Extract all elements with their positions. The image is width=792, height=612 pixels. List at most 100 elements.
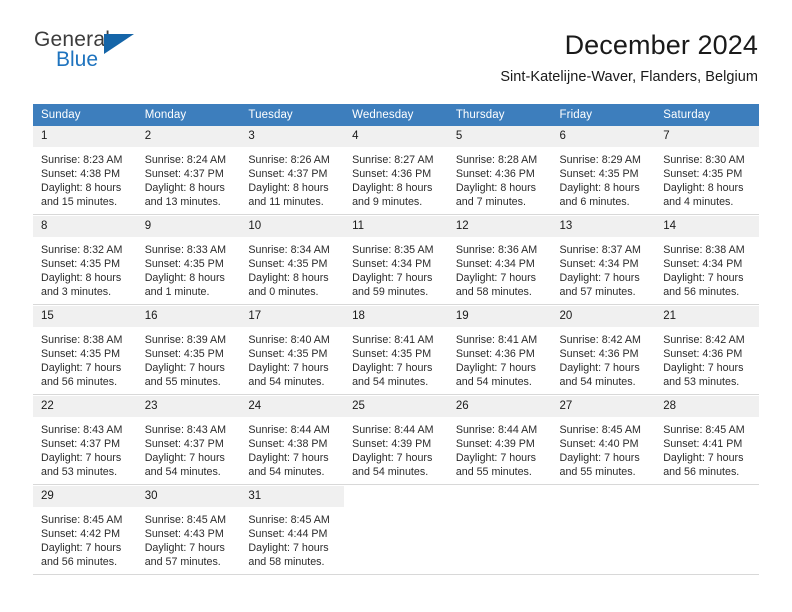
calendar-week-row: 8 Sunrise: 8:32 AM Sunset: 4:35 PM Daylight… <box>33 216 759 305</box>
weekday-header-tuesday: Tuesday <box>240 104 345 126</box>
calendar-day-cell[interactable]: 26 Sunrise: 8:44 AM Sunset: 4:39 PM Dayligh… <box>447 396 552 485</box>
calendar-day-cell-empty <box>655 486 759 575</box>
calendar-day-cell[interactable]: 19 Sunrise: 8:41 AM Sunset: 4:36 PM Dayligh… <box>447 306 552 395</box>
day-sunrise: Sunrise: 8:40 AM <box>248 333 330 346</box>
day-sunrise: Sunrise: 8:24 AM <box>144 153 227 166</box>
day-sunset: Sunset: 4:35 PM <box>559 167 639 180</box>
day-sunset: Sunset: 4:35 PM <box>41 347 121 360</box>
day-sunrise: Sunrise: 8:38 AM <box>41 333 123 346</box>
calendar-body: 1 Sunrise: 8:23 AM Sunset: 4:38 PM Daylight… <box>33 126 759 575</box>
day-daylight-line2: and 54 minutes. <box>248 376 325 389</box>
calendar-day-cell[interactable]: 22 Sunrise: 8:43 AM Sunset: 4:37 PM Dayligh… <box>33 396 137 485</box>
day-sunset: Sunset: 4:38 PM <box>41 167 121 180</box>
calendar-day-cell[interactable]: 5 Sunrise: 8:28 AM Sunset: 4:36 PM Daylight… <box>447 126 552 215</box>
day-details: Sunrise: 8:29 AM Sunset: 4:35 PM Daylight:… <box>552 147 656 210</box>
day-daylight-line1: Daylight: 7 hours <box>248 541 329 554</box>
calendar-day-cell[interactable]: 3 Sunrise: 8:26 AM Sunset: 4:37 PM Daylight… <box>240 126 345 215</box>
calendar-day-cell[interactable]: 27 Sunrise: 8:45 AM Sunset: 4:40 PM Dayligh… <box>551 396 656 485</box>
calendar-day-cell[interactable]: 6 Sunrise: 8:29 AM Sunset: 4:35 PM Daylight… <box>551 126 656 215</box>
day-daylight-line1: Daylight: 8 hours <box>559 181 640 194</box>
calendar-day-cell[interactable]: 7 Sunrise: 8:30 AM Sunset: 4:35 PM Daylight… <box>655 126 759 215</box>
day-daylight-line1: Daylight: 8 hours <box>455 181 537 194</box>
calendar-day-cell[interactable]: 24 Sunrise: 8:44 AM Sunset: 4:38 PM Dayligh… <box>240 396 345 485</box>
calendar-day-cell[interactable]: 12 Sunrise: 8:36 AM Sunset: 4:34 PM Dayligh… <box>447 216 552 305</box>
calendar-day-cell[interactable]: 29 Sunrise: 8:45 AM Sunset: 4:42 PM Dayligh… <box>33 486 137 575</box>
day-daylight-line1: Daylight: 8 hours <box>144 271 225 284</box>
calendar-day-cell[interactable]: 23 Sunrise: 8:43 AM Sunset: 4:37 PM Dayligh… <box>136 396 241 485</box>
calendar-day-cell[interactable]: 9 Sunrise: 8:33 AM Sunset: 4:35 PM Daylight… <box>136 216 241 305</box>
day-daylight-line2: and 57 minutes. <box>559 286 636 299</box>
day-daylight-line1: Daylight: 7 hours <box>455 271 537 284</box>
day-daylight-line2: and 0 minutes. <box>248 286 319 299</box>
calendar-day-cell[interactable]: 13 Sunrise: 8:37 AM Sunset: 4:34 PM Dayligh… <box>551 216 656 305</box>
weekday-header-monday: Monday <box>136 104 241 126</box>
day-sunrise: Sunrise: 8:44 AM <box>455 423 538 436</box>
calendar-day-cell[interactable]: 20 Sunrise: 8:42 AM Sunset: 4:36 PM Dayligh… <box>551 306 656 395</box>
day-number: 22 <box>33 396 137 417</box>
day-sunrise: Sunrise: 8:34 AM <box>248 243 330 256</box>
day-sunset: Sunset: 4:36 PM <box>455 167 535 180</box>
calendar-day-cell[interactable]: 8 Sunrise: 8:32 AM Sunset: 4:35 PM Daylight… <box>33 216 137 305</box>
calendar-day-cell[interactable]: 10 Sunrise: 8:34 AM Sunset: 4:35 PM Dayligh… <box>240 216 345 305</box>
title-block: December 2024 Sint-Katelijne-Waver, Flan… <box>142 28 758 85</box>
calendar-day-cell[interactable]: 14 Sunrise: 8:38 AM Sunset: 4:34 PM Dayligh… <box>655 216 759 305</box>
day-number: 1 <box>33 126 137 147</box>
day-sunset: Sunset: 4:35 PM <box>248 257 328 270</box>
day-number: 11 <box>344 216 448 237</box>
calendar-day-cell[interactable]: 4 Sunrise: 8:27 AM Sunset: 4:36 PM Daylight… <box>344 126 448 215</box>
day-details: Sunrise: 8:34 AM Sunset: 4:35 PM Daylight:… <box>240 237 344 300</box>
day-details: Sunrise: 8:35 AM Sunset: 4:34 PM Daylight:… <box>344 237 448 300</box>
day-sunset: Sunset: 4:36 PM <box>663 347 743 360</box>
day-details: Sunrise: 8:36 AM Sunset: 4:34 PM Daylight:… <box>448 237 552 300</box>
day-sunrise: Sunrise: 8:41 AM <box>455 333 538 346</box>
day-daylight-line1: Daylight: 7 hours <box>41 361 122 374</box>
day-sunset: Sunset: 4:36 PM <box>559 347 639 360</box>
calendar-day-cell[interactable]: 1 Sunrise: 8:23 AM Sunset: 4:38 PM Daylight… <box>33 126 137 215</box>
day-number: 18 <box>344 306 448 327</box>
calendar-day-cell[interactable]: 16 Sunrise: 8:39 AM Sunset: 4:35 PM Dayligh… <box>136 306 241 395</box>
calendar-grid: Sunday Monday Tuesday Wednesday Thursday… <box>33 104 759 575</box>
day-number: 15 <box>33 306 137 327</box>
calendar-day-cell[interactable]: 18 Sunrise: 8:41 AM Sunset: 4:35 PM Dayligh… <box>344 306 448 395</box>
day-daylight-line2: and 56 minutes. <box>663 286 740 299</box>
calendar-header-row: Sunday Monday Tuesday Wednesday Thursday… <box>33 104 759 126</box>
day-sunrise: Sunrise: 8:44 AM <box>248 423 330 436</box>
day-details: Sunrise: 8:32 AM Sunset: 4:35 PM Daylight:… <box>33 237 137 300</box>
day-daylight-line2: and 59 minutes. <box>352 286 429 299</box>
calendar-day-cell[interactable]: 30 Sunrise: 8:45 AM Sunset: 4:43 PM Dayligh… <box>136 486 241 575</box>
day-daylight-line2: and 11 minutes. <box>248 196 324 209</box>
day-sunset: Sunset: 4:37 PM <box>144 167 224 180</box>
calendar-day-cell[interactable]: 2 Sunrise: 8:24 AM Sunset: 4:37 PM Daylight… <box>136 126 241 215</box>
day-sunset: Sunset: 4:36 PM <box>352 167 432 180</box>
calendar-day-cell[interactable]: 25 Sunrise: 8:44 AM Sunset: 4:39 PM Dayligh… <box>344 396 448 485</box>
day-number: 25 <box>344 396 448 417</box>
day-number: 9 <box>136 216 241 237</box>
day-details: Sunrise: 8:45 AM Sunset: 4:42 PM Daylight:… <box>33 507 137 570</box>
day-daylight-line2: and 53 minutes. <box>663 376 740 389</box>
day-daylight-line2: and 53 minutes. <box>41 466 118 479</box>
day-sunrise: Sunrise: 8:45 AM <box>663 423 745 436</box>
day-number <box>655 486 759 495</box>
calendar-day-cell[interactable]: 17 Sunrise: 8:40 AM Sunset: 4:35 PM Dayligh… <box>240 306 345 395</box>
day-daylight-line1: Daylight: 8 hours <box>663 181 744 194</box>
day-sunset: Sunset: 4:35 PM <box>144 257 224 270</box>
calendar-day-cell[interactable]: 11 Sunrise: 8:35 AM Sunset: 4:34 PM Dayligh… <box>344 216 448 305</box>
brand-name-blue: Blue <box>56 48 99 71</box>
calendar-day-cell[interactable]: 31 Sunrise: 8:45 AM Sunset: 4:44 PM Dayligh… <box>240 486 345 575</box>
day-details: Sunrise: 8:24 AM Sunset: 4:37 PM Daylight:… <box>137 147 241 210</box>
calendar-day-cell[interactable]: 21 Sunrise: 8:42 AM Sunset: 4:36 PM Dayligh… <box>655 306 759 395</box>
calendar-day-cell[interactable]: 15 Sunrise: 8:38 AM Sunset: 4:35 PM Dayligh… <box>33 306 137 395</box>
page-subtitle: Sint-Katelijne-Waver, Flanders, Belgium <box>500 68 758 85</box>
day-daylight-line2: and 4 minutes. <box>663 196 734 209</box>
generalblue-logo[interactable]: General Blue <box>34 28 142 76</box>
day-daylight-line2: and 58 minutes. <box>248 556 325 569</box>
day-sunset: Sunset: 4:34 PM <box>352 257 432 270</box>
calendar-day-cell[interactable]: 28 Sunrise: 8:45 AM Sunset: 4:41 PM Dayligh… <box>655 396 759 485</box>
day-daylight-line2: and 54 minutes. <box>559 376 636 389</box>
day-daylight-line2: and 54 minutes. <box>248 466 325 479</box>
day-daylight-line2: and 57 minutes. <box>144 556 221 569</box>
day-sunrise: Sunrise: 8:32 AM <box>41 243 123 256</box>
day-sunset: Sunset: 4:35 PM <box>352 347 432 360</box>
triangle-flag-icon <box>104 34 134 54</box>
day-daylight-line2: and 9 minutes. <box>352 196 423 209</box>
